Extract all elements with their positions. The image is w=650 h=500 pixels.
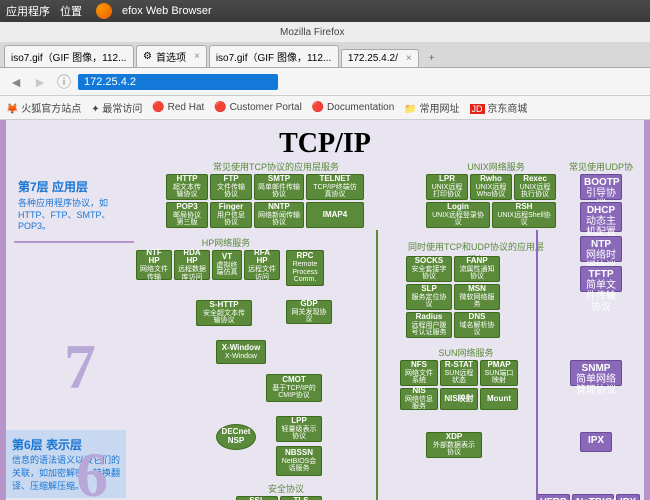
box-login: LoginUNIX远程登录协议 [426,202,490,228]
section-tcp-apps: 常见使用TCP协议的应用层服务 [196,160,356,173]
section-unix: UNIX网络服务 [446,160,546,173]
new-tab-button[interactable]: + [421,50,443,67]
forward-button[interactable]: ► [30,72,50,92]
box-http: HTTP超文本传输协议 [166,174,208,200]
box-lpr: LPRUNIX远程打印协议 [426,174,468,200]
box-snmp: SNMP简单网络管理协议 [570,360,622,386]
box-netrpc: NeTBIOS [572,494,614,500]
box-nfs: NFS网络文件系统 [400,360,438,386]
tab-bar: iso7.gif（GIF 图像，112...× ⚙ 首选项× iso7.gif（… [0,42,650,68]
box-rexec: RexecUNIX远程执行协议 [514,174,556,200]
box-decnet: DECnet NSP [216,424,256,450]
close-icon[interactable]: × [194,51,200,62]
box-tls: TLS传输层安全协议 [280,496,322,500]
box-gdp: GDP网关发现协议 [286,300,332,324]
box-bootp: BOOTP引导协议 [580,174,622,200]
box-xwindow: X-WindowX-Window [216,340,266,364]
box-vt: VT虚拟终端仿真 [212,250,242,280]
window-titlebar: Mozilla Firefox [0,22,650,42]
layer-7: 第7层 应用层 各种应用程序协议，如HTTP、FTP、SMTP、POP3。 [14,170,134,243]
bookmark-huohu[interactable]: 🦊 火狐官方站点 [6,100,81,115]
section-sun: SUN网络服务 [406,346,526,359]
places-menu[interactable]: 位置 [60,3,82,19]
box-ipx2: IPX [616,494,640,500]
url-bar[interactable]: 172.25.4.2 [78,74,278,90]
box-rwho: RwhoUNIX远程Who协议 [470,174,512,200]
info-icon[interactable]: ⓘ [54,72,74,92]
box-fanp: FANP流属性通知协议 [454,256,500,282]
box-dhcp: DHCP动态主机配置协议 [580,202,622,232]
box-rfahp: RFA HP远程文件访问 [244,250,280,280]
box-vfrp: VFRP [536,494,570,500]
box-ntfhp: NTF HP网络文件传输 [136,250,172,280]
connector-line [376,230,378,500]
box-nntp: NNTP网络新闻传输协议 [254,202,304,228]
box-rpc: RPCRemote Process Comm. [286,250,324,286]
box-ftp: FTP文件传输协议 [210,174,252,200]
connector-line [536,230,538,500]
tab-preferences[interactable]: ⚙ 首选项× [136,45,207,67]
firefox-icon[interactable] [96,3,112,19]
layer-desc: 各种应用程序协议，如HTTP、FTP、SMTP、POP3。 [18,198,130,233]
browser-subtitle: efox Web Browser [122,5,212,17]
box-rsh: RSHUNIX远程Shell协议 [492,202,556,228]
bookmarks-toolbar: 🦊 火狐官方站点 ✦ 最常访问 🔴 Red Hat 🔴 Customer Por… [0,96,650,120]
bookmark-docs[interactable]: 🔴 Documentation [312,102,395,113]
tab-label: 172.25.4.2/ [348,53,398,64]
box-lpp: LPP轻量级表示协议 [276,416,322,442]
box-slp: SLP服务定位协议 [406,284,452,310]
box-finger: Finger用户信息协议 [210,202,252,228]
box-nis: NIS网络信息服务 [400,388,438,410]
section-sec: 安全协议 [246,482,326,495]
box-imap4: IMAP4 [306,202,364,228]
box-rdahp: RDA HP远程数据库访问 [174,250,210,280]
box-telnet: TELNETTCP/IP终端仿真协议 [306,174,364,200]
box-nism: NIS映射 [440,388,478,410]
tab-label: iso7.gif（GIF 图像，112... [11,49,126,64]
box-cmot: CMOT基于TCP/IP的CMIP协议 [266,374,322,402]
nav-toolbar: ◄ ► ⓘ 172.25.4.2 [0,68,650,96]
box-pop3: POP3邮局协议第三版 [166,202,208,228]
bookmark-jd[interactable]: JD 京东商城 [470,100,528,115]
big-number-6: 6 [76,438,108,500]
close-icon[interactable]: × [406,53,412,64]
box-socks: SOCKS安全套接字协议 [406,256,452,282]
tab-label: 首选项 [156,49,186,64]
desktop-menubar: 应用程序 位置 efox Web Browser [0,0,650,22]
bookmark-common[interactable]: 📁 常用网址 [404,100,459,115]
layer-name: 第7层 应用层 [18,178,130,195]
page-content: TCP/IP 第7层 应用层 各种应用程序协议，如HTTP、FTP、SMTP、P… [0,120,650,500]
box-pmap: PMAPSUN端口映射 [480,360,518,386]
box-dns: DNS域名解析协议 [454,312,500,338]
back-button[interactable]: ◄ [6,72,26,92]
bookmark-redhat[interactable]: 🔴 Red Hat [152,102,204,113]
window-title: Mozilla Firefox [280,27,344,38]
tab-iso7-1[interactable]: iso7.gif（GIF 图像，112...× [4,45,134,67]
osi-layers-column: 第7层 应用层 各种应用程序协议，如HTTP、FTP、SMTP、POP3。 [14,170,134,243]
tab-label: iso7.gif（GIF 图像，112... [216,49,331,64]
box-shttp: S-HTTP安全超文本传输协议 [196,300,252,326]
box-rstat: R-STATSUN远程状态 [440,360,478,386]
layer-6: 第6层 表示层 信息的语法语义以及它们的关联，如加密解密、转换翻译、压缩解压缩。 [6,430,126,498]
tab-iso7-2[interactable]: iso7.gif（GIF 图像，112...× [209,45,339,67]
tcpip-diagram: TCP/IP 第7层 应用层 各种应用程序协议，如HTTP、FTP、SMTP、P… [0,120,650,500]
box-ssl: SSL安全套接字层协议 [236,496,278,500]
box-smtp: SMTP简单邮件传输协议 [254,174,304,200]
box-mount: Mount [480,388,518,410]
protocol-boxes: 常见使用TCP协议的应用层服务 UNIX网络服务 常见使用UDP协议的服务 HT… [136,160,638,500]
big-number-7: 7 [64,330,96,404]
bookmark-customer[interactable]: 🔴 Customer Portal [214,102,301,113]
box-nbssn: NBSSNNetBIOS会话服务 [276,446,322,476]
tab-ip[interactable]: 172.25.4.2/ × [341,49,419,67]
app-menu[interactable]: 应用程序 [6,3,50,19]
box-ntp: NTP网络时间协议 [580,236,622,262]
diagram-title: TCP/IP [6,120,644,164]
box-tftp: TFTP简单文件传输协议 [580,266,622,292]
bookmark-frequent[interactable]: ✦ 最常访问 [91,100,142,115]
box-msn: MSN微软网络服务 [454,284,500,310]
box-xdp: XDP外部数据表示协议 [426,432,482,458]
box-ipx: IPX [580,432,612,452]
box-radius: Radius远程用户拨号认证服务 [406,312,452,338]
